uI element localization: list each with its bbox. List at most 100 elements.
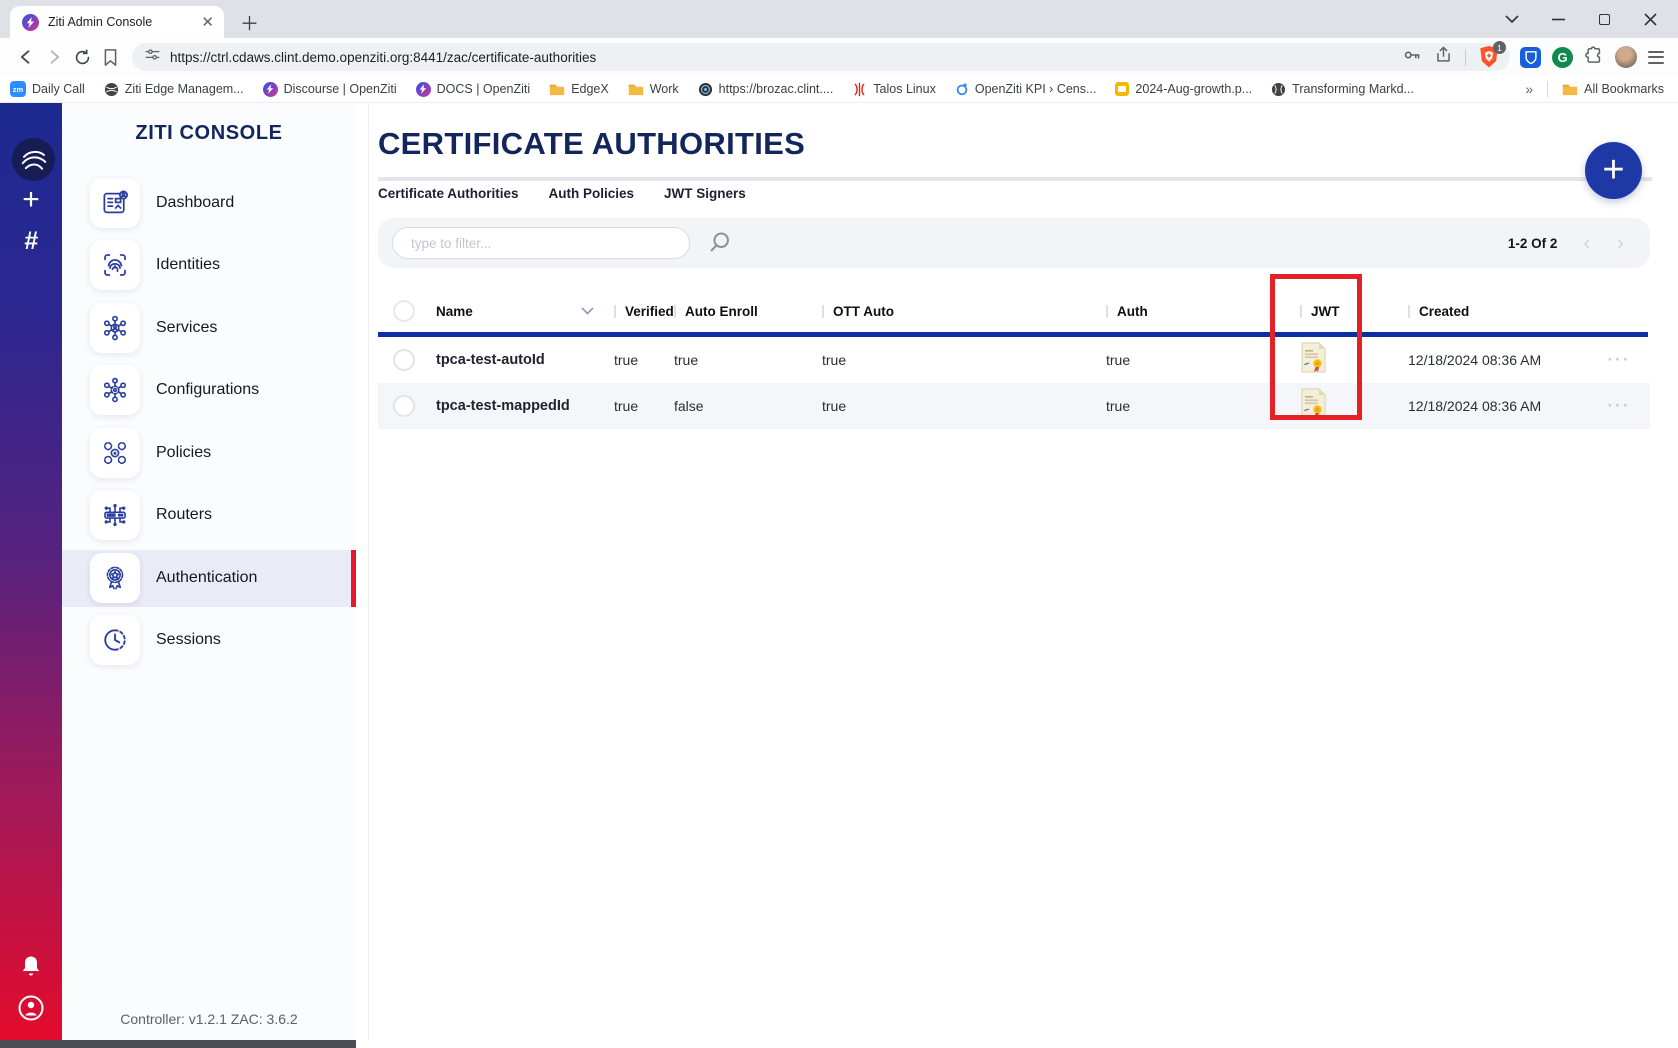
filter-input[interactable] bbox=[392, 227, 690, 259]
filter-bar: 1-2 Of 2 ‹ › bbox=[378, 218, 1650, 268]
bookmark-folder-edgex[interactable]: EdgeX bbox=[549, 82, 609, 96]
bookmark-openziti-kpi[interactable]: OpenZiti KPI › Cens... bbox=[955, 82, 1097, 96]
bookmark-talos-linux[interactable]: Talos Linux bbox=[852, 82, 936, 97]
sidebar-item-configurations[interactable]: Configurations bbox=[62, 365, 356, 415]
openziti-favicon-icon bbox=[416, 82, 431, 97]
clock-icon bbox=[90, 615, 140, 665]
sort-chevron-icon[interactable] bbox=[581, 302, 594, 320]
sidebar-item-dashboard[interactable]: Dashboard bbox=[62, 178, 356, 228]
version-footer: Controller: v1.2.1 ZAC: 3.6.2 bbox=[62, 1011, 356, 1027]
notifications-bell-icon[interactable] bbox=[19, 954, 43, 985]
minimize-button[interactable] bbox=[1548, 18, 1568, 21]
tab-auth-policies[interactable]: Auth Policies bbox=[549, 186, 635, 201]
page-next-icon[interactable]: › bbox=[1617, 232, 1624, 254]
jwt-certificate-icon[interactable] bbox=[1300, 342, 1327, 378]
tab-title: Ziti Admin Console bbox=[48, 15, 195, 29]
subtabs: Certificate Authorities Auth Policies JW… bbox=[378, 186, 746, 201]
url-text[interactable]: https://ctrl.cdaws.clint.demo.openziti.o… bbox=[170, 50, 1402, 65]
new-tab-button[interactable]: ＋ bbox=[240, 9, 259, 36]
ca-table: Name Verified Auto Enroll OTT Auto Auth … bbox=[378, 290, 1650, 429]
page-previous-icon[interactable]: ‹ bbox=[1583, 232, 1590, 254]
dashboard-icon bbox=[90, 178, 140, 228]
tab-close-icon[interactable]: ✕ bbox=[201, 13, 214, 31]
profile-avatar[interactable] bbox=[1615, 46, 1637, 68]
app-window: Ziti Admin Console ✕ ＋ bbox=[0, 0, 1678, 1048]
rail-add-button[interactable]: + bbox=[0, 183, 62, 217]
folder-icon bbox=[1562, 83, 1578, 96]
openziti-favicon-icon bbox=[22, 14, 39, 31]
bookmark-2024-aug-growth[interactable]: 2024-Aug-growth.p... bbox=[1115, 82, 1252, 96]
share-icon[interactable] bbox=[1434, 45, 1453, 69]
network-icon bbox=[90, 303, 140, 353]
jwt-cell bbox=[1290, 342, 1398, 378]
ring-icon bbox=[955, 82, 969, 96]
row-checkbox[interactable] bbox=[393, 395, 415, 417]
window-bottom-edge bbox=[0, 1040, 356, 1048]
sidebar-item-services[interactable]: Services bbox=[62, 303, 356, 353]
bookmark-discourse-openziti[interactable]: Discourse | OpenZiti bbox=[263, 82, 397, 97]
router-icon bbox=[90, 490, 140, 540]
sidebar-item-identities[interactable]: Identities bbox=[62, 240, 356, 290]
column-name[interactable]: Name bbox=[436, 304, 473, 319]
forward-icon[interactable] bbox=[40, 43, 68, 71]
sidebar-item-authentication[interactable]: Authentication bbox=[62, 553, 356, 603]
pagination-label: 1-2 Of 2 bbox=[1508, 236, 1558, 251]
jwt-certificate-icon[interactable] bbox=[1300, 388, 1327, 424]
title-divider bbox=[378, 177, 1652, 181]
globe-icon bbox=[1271, 82, 1286, 97]
back-icon[interactable] bbox=[12, 43, 40, 71]
column-jwt[interactable]: JWT bbox=[1311, 304, 1340, 319]
rail-hash-button[interactable]: # bbox=[0, 227, 62, 256]
globe-icon bbox=[104, 82, 119, 97]
add-certificate-authority-button[interactable]: + bbox=[1585, 142, 1642, 199]
sidebar-item-routers[interactable]: Routers bbox=[62, 490, 356, 540]
grammarly-icon[interactable]: G bbox=[1552, 47, 1573, 68]
row-menu-icon[interactable]: ··· bbox=[1608, 396, 1631, 416]
bookmark-icon[interactable] bbox=[96, 43, 124, 71]
select-all-checkbox[interactable] bbox=[393, 300, 415, 322]
bookmark-ziti-edge[interactable]: Ziti Edge Managem... bbox=[104, 82, 244, 97]
tab-jwt-signers[interactable]: JWT Signers bbox=[664, 186, 746, 201]
browser-menu-icon[interactable] bbox=[1648, 51, 1664, 64]
row-checkbox[interactable] bbox=[393, 349, 415, 371]
bookmark-docs-openziti[interactable]: DOCS | OpenZiti bbox=[416, 82, 531, 97]
brave-shield-icon[interactable]: 1 bbox=[1478, 45, 1500, 69]
reload-icon[interactable] bbox=[68, 43, 96, 71]
bookmark-brozac[interactable]: https://brozac.clint.... bbox=[698, 82, 834, 97]
profile-icon[interactable] bbox=[17, 994, 45, 1027]
bookmarks-overflow-button[interactable]: » bbox=[1525, 81, 1533, 97]
bookmark-transforming-markd[interactable]: Transforming Markd... bbox=[1271, 82, 1414, 97]
extensions-icon[interactable] bbox=[1584, 45, 1604, 70]
password-key-icon[interactable] bbox=[1402, 45, 1422, 70]
tab-search-icon[interactable] bbox=[1502, 15, 1522, 24]
app-rail: + # bbox=[0, 103, 62, 1040]
fingerprint-icon bbox=[90, 240, 140, 290]
table-row[interactable]: tpca-test-autoId true true true true 12/… bbox=[378, 337, 1650, 383]
close-button[interactable] bbox=[1640, 13, 1660, 26]
column-created[interactable]: Created bbox=[1419, 304, 1469, 319]
table-row[interactable]: tpca-test-mappedId true false true true … bbox=[378, 383, 1650, 429]
sidebar-item-sessions[interactable]: Sessions bbox=[62, 615, 356, 665]
column-auto-enroll[interactable]: Auto Enroll bbox=[685, 304, 758, 319]
jwt-cell bbox=[1290, 388, 1398, 424]
site-settings-icon[interactable] bbox=[144, 46, 161, 68]
folder-icon bbox=[628, 83, 644, 96]
sidebar-item-policies[interactable]: Policies bbox=[62, 428, 356, 478]
bitwarden-icon[interactable] bbox=[1520, 47, 1541, 68]
column-auth[interactable]: Auth bbox=[1117, 304, 1148, 319]
browser-tab[interactable]: Ziti Admin Console ✕ bbox=[10, 6, 224, 38]
bookmark-daily-call[interactable]: zm Daily Call bbox=[10, 81, 85, 97]
tab-certificate-authorities[interactable]: Certificate Authorities bbox=[378, 186, 519, 201]
all-bookmarks-button[interactable]: All Bookmarks bbox=[1562, 82, 1664, 96]
search-icon[interactable] bbox=[706, 229, 733, 261]
browser-toolbar: https://ctrl.cdaws.clint.demo.openziti.o… bbox=[0, 38, 1678, 76]
row-menu-icon[interactable]: ··· bbox=[1608, 350, 1631, 370]
address-bar[interactable]: https://ctrl.cdaws.clint.demo.openziti.o… bbox=[132, 43, 1510, 71]
slides-icon bbox=[1115, 82, 1129, 96]
column-ott-auto[interactable]: OTT Auto bbox=[833, 304, 894, 319]
ziti-logo-icon[interactable] bbox=[12, 138, 55, 181]
maximize-button[interactable] bbox=[1594, 14, 1614, 25]
bookmark-folder-work[interactable]: Work bbox=[628, 82, 679, 96]
bookmarks-bar: zm Daily Call Ziti Edge Managem... Disco… bbox=[0, 76, 1678, 103]
globe-icon bbox=[698, 82, 713, 97]
